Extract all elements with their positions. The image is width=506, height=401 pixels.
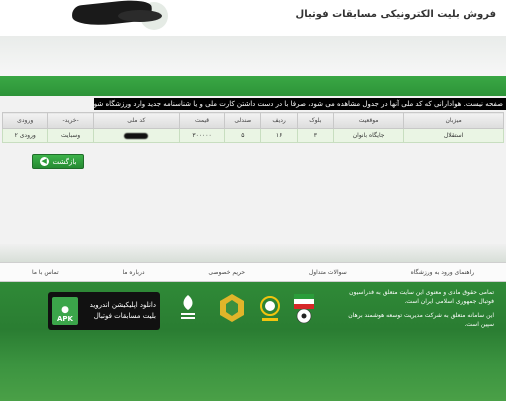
table-header-row: میزبان موقعیت بلوک ردیف صندلی قیمت کد مل… bbox=[1, 112, 504, 129]
column-header-row: ردیف bbox=[260, 112, 298, 129]
footer-link-privacy[interactable]: حریم خصوصی bbox=[208, 269, 245, 276]
back-button[interactable]: بازگشت ◀ bbox=[32, 154, 84, 169]
header: فروش بلیت الکترونیکی مسابقات فوتبال bbox=[0, 0, 506, 36]
android-apk-icon: ● APK bbox=[52, 297, 78, 325]
footer: تمامی حقوق مادی و معنوی این سایت متعلق ب… bbox=[0, 282, 506, 401]
redaction-scribble bbox=[118, 10, 162, 22]
cell-row: ۱۶ bbox=[260, 128, 298, 143]
footer-nav: راهنمای ورود به ورزشگاه سوالات متداول حر… bbox=[0, 262, 506, 282]
cell-national-id bbox=[92, 128, 180, 143]
column-header-host: میزبان bbox=[403, 112, 504, 129]
table-row: استقلال جایگاه بانوان ۳ ۱۶ ۵ ۳۰۰۰۰۰ وسبا… bbox=[1, 128, 504, 143]
column-header-seat: صندلی bbox=[224, 112, 262, 129]
arrow-left-icon: ◀ bbox=[39, 157, 49, 166]
column-header-entry: ورودی bbox=[1, 112, 49, 129]
cell-seat: ۵ bbox=[224, 128, 262, 143]
apk-badge-label: APK bbox=[57, 315, 73, 323]
download-app-text: دانلود اپلیکیشن اندروید بلیت مسابقات فوت… bbox=[84, 300, 156, 322]
league-logo-icon bbox=[260, 296, 280, 321]
back-button-label: بازگشت bbox=[52, 157, 77, 166]
federation-logo-icon bbox=[294, 294, 314, 324]
ministry-logo-icon bbox=[220, 294, 244, 322]
notice-banner: صفحه نیست. هوادارانی که کد ملی آنها در ج… bbox=[94, 98, 506, 110]
ticket-table: میزبان موقعیت بلوک ردیف صندلی قیمت کد مل… bbox=[1, 112, 504, 143]
footer-link-stadium-guide[interactable]: راهنمای ورود به ورزشگاه bbox=[411, 269, 475, 276]
footer-link-about[interactable]: درباره ما bbox=[122, 269, 144, 276]
cell-buy: وسبایت bbox=[47, 128, 94, 143]
cell-host: استقلال bbox=[403, 128, 504, 143]
column-header-price: قیمت bbox=[178, 112, 226, 129]
download-app-banner[interactable]: ● APK دانلود اپلیکیشن اندروید بلیت مسابق… bbox=[48, 292, 160, 330]
column-header-national-id: کد ملی bbox=[92, 112, 180, 129]
owner-text: این سامانه متعلق به شرکت مدیریت توسعه هو… bbox=[348, 312, 494, 328]
column-header-position: موقعیت bbox=[332, 112, 405, 129]
cell-position: جایگاه بانوان bbox=[332, 128, 405, 143]
cell-entry: ورودی ۲ bbox=[1, 128, 49, 143]
copyright-text: تمامی حقوق مادی و معنوی این سایت متعلق ب… bbox=[349, 289, 494, 305]
footer-link-contact[interactable]: تماس با ما bbox=[32, 269, 59, 276]
cell-block: ۳ bbox=[296, 128, 335, 143]
footer-text: تمامی حقوق مادی و معنوی این سایت متعلق ب… bbox=[338, 288, 494, 334]
nav-bar bbox=[0, 76, 506, 96]
footer-link-faq[interactable]: سوالات متداول bbox=[309, 269, 347, 276]
android-icon: ● bbox=[61, 305, 69, 315]
redacted-id bbox=[124, 132, 149, 139]
emblem-logo-icon bbox=[181, 295, 195, 319]
site-title: فروش بلیت الکترونیکی مسابقات فوتبال bbox=[295, 9, 496, 20]
content-bottom-strip bbox=[0, 244, 506, 262]
download-app-line2: بلیت مسابقات فوتبال bbox=[93, 312, 156, 320]
download-app-line1: دانلود اپلیکیشن اندروید bbox=[89, 301, 156, 309]
hero-banner bbox=[0, 36, 506, 76]
cell-price: ۳۰۰۰۰۰ bbox=[178, 128, 226, 143]
column-header-block: بلوک bbox=[296, 112, 335, 129]
column-header-buy: -خرید- bbox=[47, 112, 94, 129]
